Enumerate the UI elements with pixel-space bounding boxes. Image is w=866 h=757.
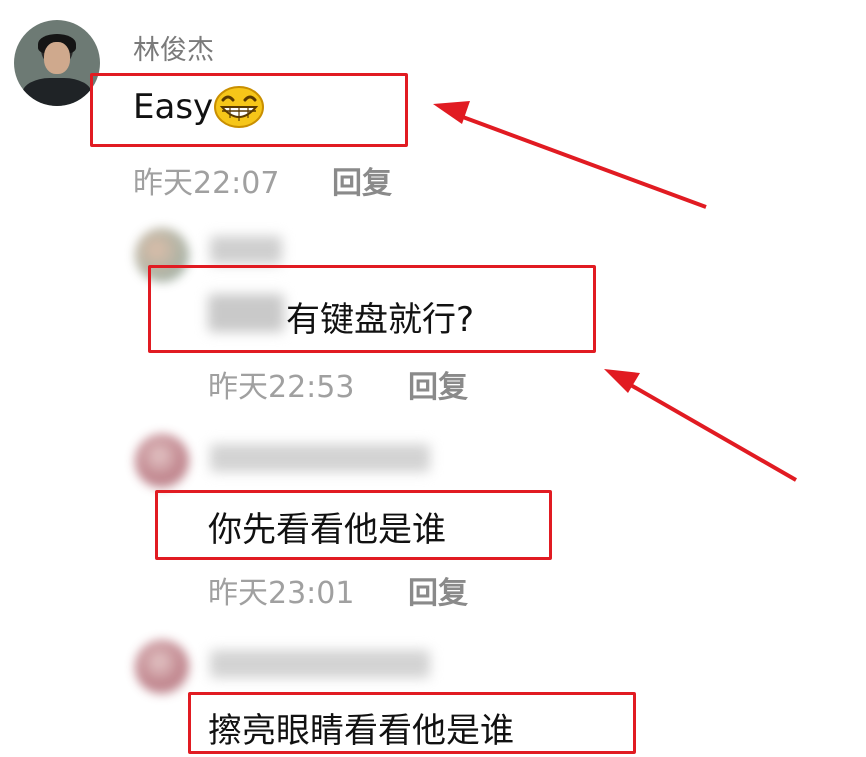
arrow-icon — [433, 101, 707, 209]
arrow-icon — [604, 369, 797, 482]
annotation-arrows — [433, 101, 797, 482]
